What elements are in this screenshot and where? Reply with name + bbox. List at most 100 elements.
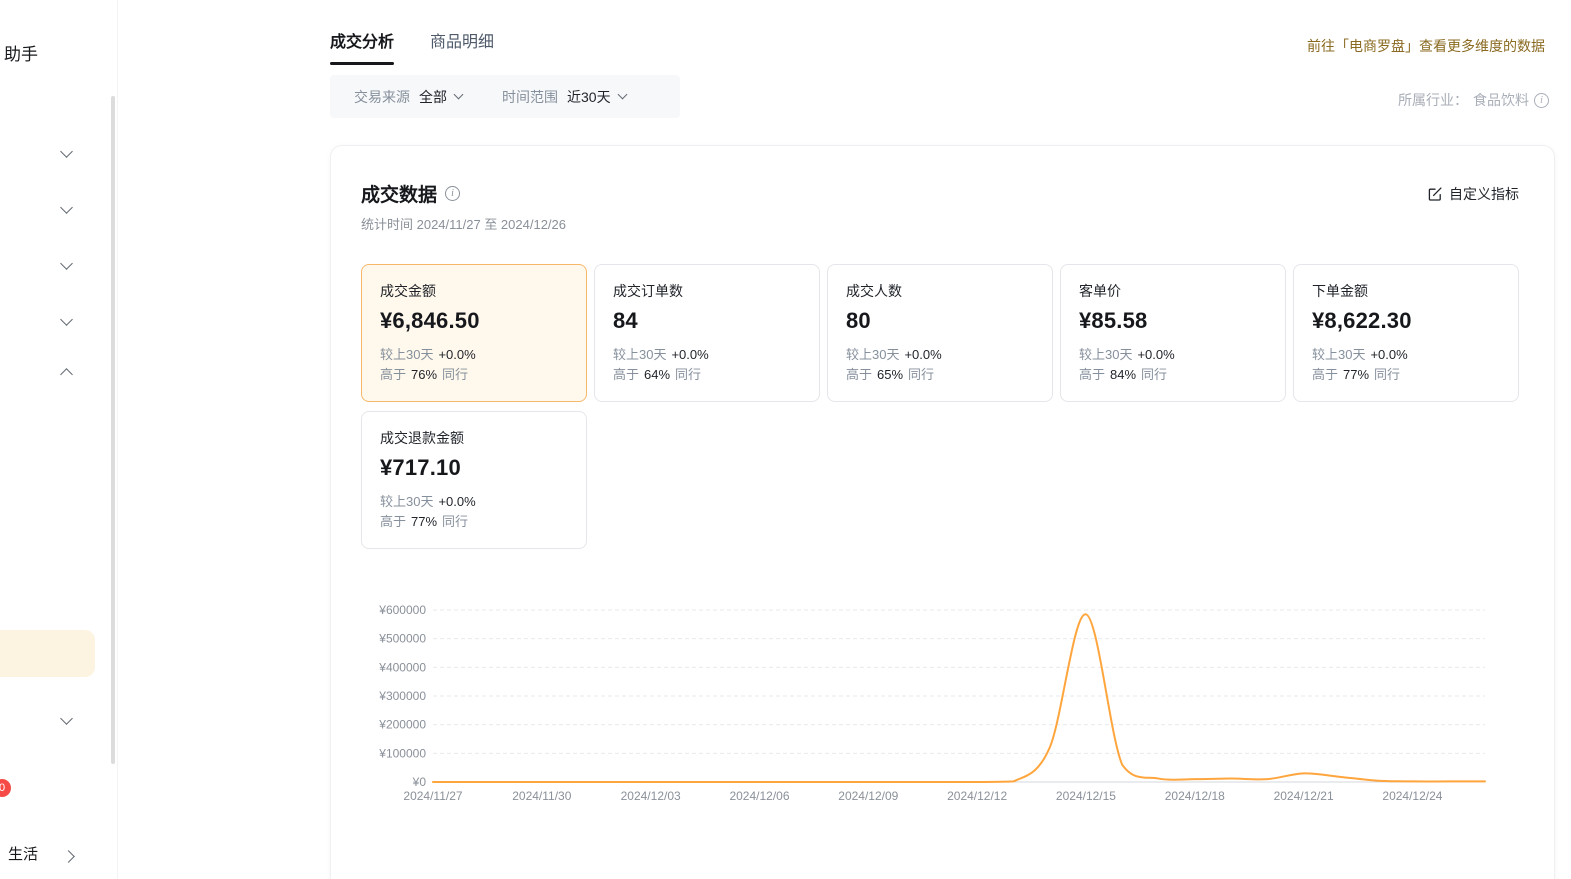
metric-compare-line: 较上30天+0.0% xyxy=(380,492,568,512)
metric-card-order-count[interactable]: 成交订单数 84 较上30天+0.0% 高于64%同行 xyxy=(594,264,820,402)
metric-card-buyer-count[interactable]: 成交人数 80 较上30天+0.0% 高于65%同行 xyxy=(827,264,1053,402)
chevron-down-icon xyxy=(60,257,73,270)
svg-text:2024/12/06: 2024/12/06 xyxy=(729,789,789,803)
trend-chart-container: ¥0¥100000¥200000¥300000¥400000¥500000¥60… xyxy=(359,596,1499,821)
deal-data-panel: 成交数据 i 自定义指标 统计时间 2024/11/27 至 2024/12/2… xyxy=(330,145,1555,879)
sidebar-scrollbar[interactable] xyxy=(111,96,115,764)
metric-label: 成交人数 xyxy=(846,281,1034,301)
svg-text:2024/12/15: 2024/12/15 xyxy=(1056,789,1116,803)
sidebar-section-toggle-5[interactable] xyxy=(62,366,71,384)
svg-text:2024/12/24: 2024/12/24 xyxy=(1382,789,1442,803)
filter-range-select[interactable]: 近30天 xyxy=(567,87,626,107)
sidebar-section-toggle-3[interactable] xyxy=(62,255,71,273)
metric-compare-line: 较上30天+0.0% xyxy=(380,345,568,365)
svg-text:¥200000: ¥200000 xyxy=(378,718,426,732)
metric-label: 下单金额 xyxy=(1312,281,1500,301)
filter-source-value: 全部 xyxy=(419,87,447,107)
metric-peer-line: 高于84%同行 xyxy=(1079,365,1267,385)
metric-compare-line: 较上30天+0.0% xyxy=(613,345,801,365)
metric-card-refund-amount[interactable]: 成交退款金额 ¥717.10 较上30天+0.0% 高于77%同行 xyxy=(361,411,587,549)
industry-value: 食品饮料 xyxy=(1473,90,1529,110)
metric-value: ¥85.58 xyxy=(1079,308,1267,334)
metric-card-avg-order-value[interactable]: 客单价 ¥85.58 较上30天+0.0% 高于84%同行 xyxy=(1060,264,1286,402)
metric-label: 客单价 xyxy=(1079,281,1267,301)
chevron-down-icon xyxy=(60,201,73,214)
metric-compare-line: 较上30天+0.0% xyxy=(846,345,1034,365)
svg-text:2024/12/12: 2024/12/12 xyxy=(947,789,1007,803)
metric-card-deal-amount[interactable]: 成交金额 ¥6,846.50 较上30天+0.0% 高于76%同行 xyxy=(361,264,587,402)
metric-compare-line: 较上30天+0.0% xyxy=(1079,345,1267,365)
metric-peer-line: 高于77%同行 xyxy=(380,512,568,532)
deal-amount-trend-chart: ¥0¥100000¥200000¥300000¥400000¥500000¥60… xyxy=(359,596,1499,816)
info-icon[interactable]: i xyxy=(1534,93,1549,108)
custom-metric-button[interactable]: 自定义指标 xyxy=(1427,184,1519,204)
chevron-down-icon xyxy=(617,90,627,100)
tab-label: 成交分析 xyxy=(330,34,394,51)
notification-badge: 0 xyxy=(0,779,11,797)
svg-text:¥500000: ¥500000 xyxy=(378,632,426,646)
sidebar-section-toggle-2[interactable] xyxy=(62,199,71,217)
chevron-down-icon xyxy=(454,90,464,100)
filter-source-select[interactable]: 全部 xyxy=(419,87,462,107)
metric-label: 成交金额 xyxy=(380,281,568,301)
metric-value: 80 xyxy=(846,308,1034,334)
metric-compare-line: 较上30天+0.0% xyxy=(1312,345,1500,365)
metric-card-placed-amount[interactable]: 下单金额 ¥8,622.30 较上30天+0.0% 高于77%同行 xyxy=(1293,264,1519,402)
svg-text:2024/12/09: 2024/12/09 xyxy=(838,789,898,803)
sidebar-section-toggle-4[interactable] xyxy=(62,311,71,329)
analysis-tabs: 成交分析 商品明细 xyxy=(330,28,494,65)
tab-label: 商品明细 xyxy=(430,34,494,51)
chevron-down-icon xyxy=(60,712,73,725)
metric-peer-line: 高于64%同行 xyxy=(613,365,801,385)
edit-icon xyxy=(1427,186,1443,202)
svg-text:¥0: ¥0 xyxy=(412,775,427,789)
svg-text:¥300000: ¥300000 xyxy=(378,689,426,703)
filter-range-label: 时间范围 xyxy=(502,87,558,107)
sidebar-item-life-arrow[interactable] xyxy=(64,848,73,866)
chevron-down-icon xyxy=(60,313,73,326)
metric-value: ¥717.10 xyxy=(380,455,568,481)
industry-label: 所属行业： xyxy=(1398,90,1468,110)
tab-product-detail[interactable]: 商品明细 xyxy=(430,28,494,65)
sidebar-app-title: 助手 xyxy=(4,40,38,65)
metric-cards: 成交金额 ¥6,846.50 较上30天+0.0% 高于76%同行 成交订单数 … xyxy=(361,264,1529,549)
chevron-down-icon xyxy=(60,145,73,158)
sidebar-section-toggle-6[interactable] xyxy=(62,710,71,728)
industry-info: 所属行业：食品饮料 i xyxy=(1398,90,1549,110)
metric-label: 成交订单数 xyxy=(613,281,801,301)
metric-value: 84 xyxy=(613,308,801,334)
svg-text:2024/12/03: 2024/12/03 xyxy=(621,789,681,803)
filter-bar: 交易来源 全部 时间范围 近30天 xyxy=(330,75,680,118)
svg-text:2024/11/27: 2024/11/27 xyxy=(403,789,462,803)
metric-peer-line: 高于77%同行 xyxy=(1312,365,1500,385)
svg-text:¥100000: ¥100000 xyxy=(378,746,426,760)
chevron-up-icon xyxy=(60,368,73,381)
svg-text:2024/12/21: 2024/12/21 xyxy=(1274,789,1334,803)
metric-peer-line: 高于76%同行 xyxy=(380,365,568,385)
tab-deal-analysis[interactable]: 成交分析 xyxy=(330,28,394,65)
svg-text:2024/11/30: 2024/11/30 xyxy=(512,789,571,803)
panel-subtitle: 统计时间 2024/11/27 至 2024/12/26 xyxy=(361,214,566,233)
filter-range-value: 近30天 xyxy=(567,87,611,107)
sidebar-item-life[interactable]: 生活 xyxy=(8,843,38,864)
active-tab-underline xyxy=(330,62,394,65)
metric-peer-line: 高于65%同行 xyxy=(846,365,1034,385)
svg-text:¥400000: ¥400000 xyxy=(378,660,426,674)
panel-title: 成交数据 xyxy=(361,180,437,207)
sidebar-section-toggle-1[interactable] xyxy=(62,143,71,161)
metric-value: ¥8,622.30 xyxy=(1312,308,1500,334)
panel-title-row: 成交数据 i xyxy=(361,180,460,207)
chevron-right-icon xyxy=(62,850,75,863)
filter-source-label: 交易来源 xyxy=(354,87,410,107)
metric-value: ¥6,846.50 xyxy=(380,308,568,334)
sidebar: 助手 0 生活 xyxy=(0,0,118,879)
info-icon[interactable]: i xyxy=(445,186,460,201)
dashboard-page: 助手 0 生活 成交分析 商品明细 前往「电商罗盘」查看更多维度的数据 交易来源… xyxy=(0,0,1571,879)
compass-link[interactable]: 前往「电商罗盘」查看更多维度的数据 xyxy=(1307,36,1545,56)
sidebar-active-item[interactable] xyxy=(0,630,95,677)
svg-text:2024/12/18: 2024/12/18 xyxy=(1165,789,1225,803)
custom-metric-label: 自定义指标 xyxy=(1449,184,1519,204)
metric-label: 成交退款金额 xyxy=(380,428,568,448)
filter-range: 时间范围 近30天 xyxy=(502,87,626,107)
filter-source: 交易来源 全部 xyxy=(354,87,462,107)
